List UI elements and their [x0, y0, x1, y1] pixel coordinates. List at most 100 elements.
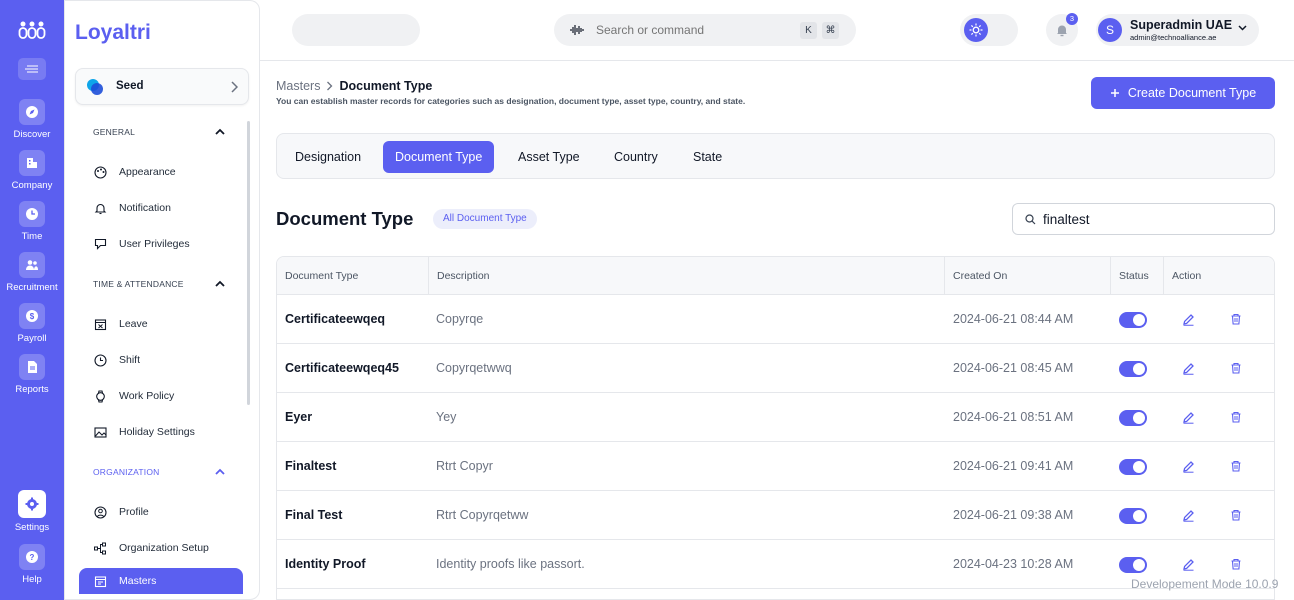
sidebar-item-work-policy[interactable]: Work Policy [93, 385, 243, 407]
col-created-on[interactable]: Created On [944, 257, 1110, 295]
chevron-up-icon[interactable] [215, 280, 225, 287]
chevron-right-icon [231, 81, 238, 93]
org-selector-placeholder[interactable] [292, 14, 420, 46]
sidebar-item-leave[interactable]: Leave [93, 313, 243, 335]
tab-state[interactable]: State [681, 141, 734, 173]
edit-pencil-icon[interactable] [1182, 411, 1195, 424]
rail-payroll[interactable]: $ Payroll [0, 303, 64, 344]
user-name: Superadmin UAE [1130, 18, 1233, 32]
notification-badge: 3 [1066, 13, 1078, 25]
rail-label: Time [21, 231, 43, 242]
col-description[interactable]: Description [428, 257, 944, 295]
sidebar-item-notification[interactable]: Notification [93, 197, 243, 219]
rail-label: Payroll [17, 333, 47, 344]
trash-icon[interactable] [1230, 460, 1242, 472]
chevron-up-icon[interactable] [215, 128, 225, 135]
calendar-x-icon [93, 317, 107, 331]
voice-wave-icon[interactable] [570, 23, 584, 37]
create-button-label: Create Document Type [1127, 86, 1257, 100]
question-icon: ? [19, 544, 45, 570]
status-toggle[interactable] [1119, 459, 1147, 475]
chevron-down-icon [1238, 25, 1247, 31]
sidebar-item-label: Leave [119, 318, 148, 330]
workspace-switcher[interactable]: Seed [75, 68, 249, 105]
rail-settings[interactable]: Settings [0, 490, 64, 533]
rail-company[interactable]: Company [0, 150, 64, 191]
sidebar-item-appearance[interactable]: Appearance [93, 161, 243, 183]
status-toggle[interactable] [1119, 508, 1147, 524]
cell-document-type: Certificateewqeq45 [285, 361, 399, 375]
menu-toggle-button[interactable] [18, 58, 46, 80]
breadcrumb: Masters Document Type [276, 79, 432, 93]
master-tabs: Designation Document Type Asset Type Cou… [276, 133, 1275, 179]
cell-document-type: Final Test [285, 508, 343, 522]
rail-discover[interactable]: Discover [0, 99, 64, 140]
rail-label: Help [22, 574, 42, 585]
trash-icon[interactable] [1230, 411, 1242, 423]
sidebar-item-holiday-settings[interactable]: Holiday Settings [93, 421, 243, 443]
sidebar-item-label: Holiday Settings [119, 426, 195, 438]
app-logo-icon[interactable] [18, 18, 46, 40]
command-search[interactable]: K ⌘ [554, 14, 856, 46]
filter-chip[interactable]: All Document Type [433, 209, 537, 229]
search-input[interactable] [596, 23, 786, 37]
rail-help[interactable]: ? Help [0, 544, 64, 585]
clock-icon [19, 201, 45, 227]
edit-pencil-icon[interactable] [1182, 558, 1195, 571]
cell-description: Copyrqetwwq [436, 361, 512, 375]
breadcrumb-parent[interactable]: Masters [276, 79, 320, 93]
sidebar-item-masters[interactable]: Masters [79, 568, 243, 594]
tab-asset-type[interactable]: Asset Type [506, 141, 592, 173]
edit-pencil-icon[interactable] [1182, 313, 1195, 326]
edit-pencil-icon[interactable] [1182, 460, 1195, 473]
trash-icon[interactable] [1230, 313, 1242, 325]
page-subtitle: You can establish master records for cat… [276, 96, 746, 106]
edit-pencil-icon[interactable] [1182, 362, 1195, 375]
sidebar-item-user-privileges[interactable]: User Privileges [93, 233, 243, 255]
rail-time[interactable]: Time [0, 201, 64, 242]
sidebar-item-shift[interactable]: Shift [93, 349, 243, 371]
cell-document-type: Finaltest [285, 459, 337, 473]
status-toggle[interactable] [1119, 361, 1147, 377]
trash-icon[interactable] [1230, 509, 1242, 521]
cell-document-type: Certificateewqeq [285, 312, 386, 326]
dollar-icon: $ [19, 303, 45, 329]
rail-label: Discover [13, 129, 51, 140]
cell-created-on: 2024-06-21 08:44 AM [953, 312, 1074, 326]
theme-toggle[interactable] [960, 14, 1018, 46]
col-status[interactable]: Status [1110, 257, 1163, 295]
edit-pencil-icon[interactable] [1182, 509, 1195, 522]
image-icon [93, 425, 107, 439]
sidebar-item-profile[interactable]: Profile [93, 501, 243, 523]
tab-designation[interactable]: Designation [283, 141, 373, 173]
status-toggle[interactable] [1119, 312, 1147, 328]
user-menu[interactable]: S Superadmin UAE admin@technoalliance.ae [1096, 14, 1259, 46]
tab-document-type[interactable]: Document Type [383, 141, 495, 173]
hierarchy-icon [93, 541, 107, 555]
tab-country[interactable]: Country [602, 141, 670, 173]
chevron-right-icon [327, 81, 333, 91]
rail-recruitment[interactable]: Recruitment [0, 252, 64, 293]
document-icon [19, 354, 45, 380]
status-toggle[interactable] [1119, 410, 1147, 426]
section-organization: ORGANIZATION [93, 467, 160, 477]
trash-icon[interactable] [1230, 362, 1242, 374]
chevron-up-icon[interactable] [215, 468, 225, 475]
status-toggle[interactable] [1119, 557, 1147, 573]
rail-label: Settings [14, 522, 50, 533]
trash-icon[interactable] [1230, 558, 1242, 570]
document-type-table: Document Type Description Created On Sta… [276, 256, 1275, 600]
bell-icon [93, 201, 107, 215]
sidebar-scrollbar[interactable] [247, 121, 250, 405]
sidebar-item-organization-setup[interactable]: Organization Setup [93, 537, 243, 559]
bell-icon [1057, 25, 1067, 37]
col-document-type[interactable]: Document Type [277, 257, 428, 295]
rail-reports[interactable]: Reports [0, 354, 64, 395]
search-input[interactable] [1043, 212, 1263, 227]
sidebar-item-label: Shift [119, 354, 141, 366]
cell-description: Copyrqe [436, 312, 484, 326]
table-row: Eyer Yey 2024-06-21 08:51 AM [277, 393, 1274, 442]
create-document-type-button[interactable]: Create Document Type [1091, 77, 1275, 109]
rail-label: Company [11, 180, 53, 191]
table-search[interactable] [1012, 203, 1275, 235]
